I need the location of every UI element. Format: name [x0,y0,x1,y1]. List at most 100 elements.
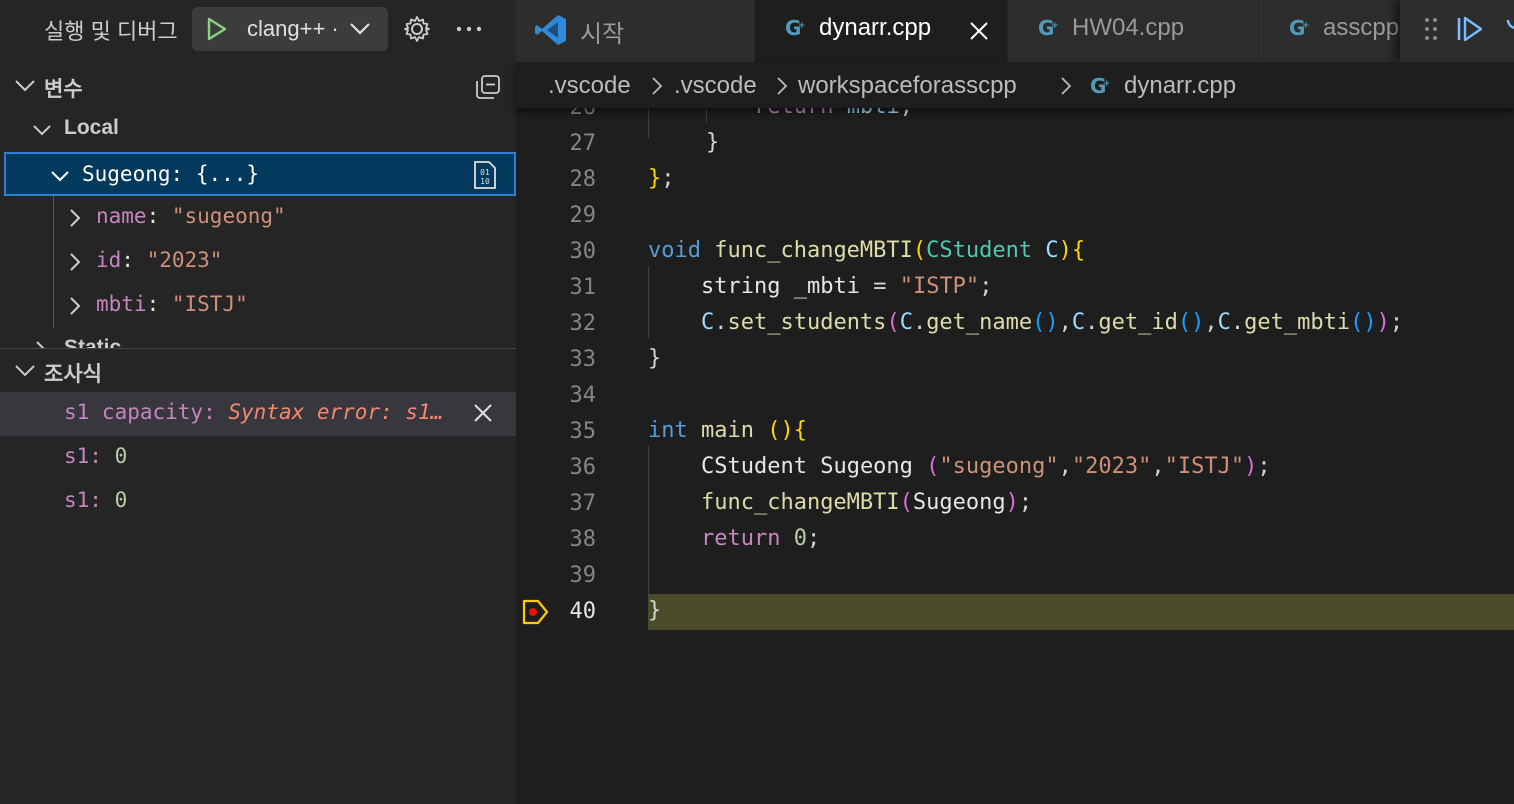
tab-label: asscpp [1323,14,1400,41]
variable-name: Sugeong [82,162,171,186]
code-line: 26 return mbti; [516,108,1514,126]
variable-child[interactable]: name: "sugeong" [0,196,516,240]
collapse-all-icon[interactable] [474,74,502,100]
watch-error-value: Syntax error: s1… [228,400,444,424]
chevron-down-icon[interactable] [50,166,70,186]
watch-value: 0 [114,444,128,468]
more-actions-icon[interactable] [454,14,484,44]
watch-item[interactable]: s1: 0 [0,480,516,524]
gear-icon[interactable] [402,14,432,44]
svg-text:+: + [1051,21,1059,31]
chevron-right-icon[interactable] [66,252,84,272]
code-line: 35 int main (){ [569,418,807,444]
continue-icon[interactable] [1456,16,1484,42]
remove-expression-icon[interactable] [472,402,494,424]
variable-child[interactable]: mbti: "ISTJ" [0,284,516,328]
launch-config-label: clang++ · [247,16,339,41]
variable-child[interactable]: id: "2023" [0,240,516,284]
code-line: 31 string _mbti = "ISTP"; [569,274,993,300]
cpp-file-icon: G + [1038,18,1059,40]
chevron-down-icon[interactable] [14,361,36,381]
watch-section-title: 조사식 [44,363,102,386]
svg-text:+: + [1103,79,1111,89]
tab-hw04[interactable]: G + HW04.cpp [1008,0,1259,62]
child-key: mbti [96,292,147,316]
chevron-right-icon[interactable] [32,340,50,348]
code-line: 28 }; [569,166,675,192]
watch-item[interactable]: s1 capacity: Syntax error: s1… [0,392,516,436]
chevron-down-icon[interactable] [32,120,52,140]
tab-asscpp[interactable]: G + asscpp [1259,0,1420,62]
close-icon[interactable] [969,21,989,41]
child-text: name: "sugeong" [96,204,286,228]
debug-view-title: 실행 및 디버그 [44,19,178,44]
chevron-right-icon [652,77,663,95]
chevron-right-icon [1061,77,1072,95]
variables-section-title: 변수 [44,78,83,101]
variable-sugeong[interactable]: Sugeong: {...} 01 10 [4,152,516,196]
child-value: "sugeong" [171,204,286,228]
code-line: 37 func_changeMBTI(Sugeong); [569,490,1033,516]
editor-area: 시작 G + dynarr.cpp G + HW04.cpp G + asscp… [516,0,1514,804]
watch-expr: s1 [64,444,90,468]
cpp-file-icon: G + [1289,18,1310,40]
chevron-right-icon[interactable] [66,296,84,316]
breadcrumb-item[interactable]: dynarr.cpp [1124,72,1236,100]
code-line: 39 [569,563,597,588]
view-binary-data-icon[interactable]: 01 10 [472,160,498,190]
child-value: "2023" [146,248,223,272]
child-key: name [96,204,147,228]
watch-value: 0 [114,488,128,512]
scope-local[interactable]: Local [0,108,516,152]
debug-sidebar: 실행 및 디버그 clang++ · 변수 Local Sugeong: {..… [0,0,516,804]
svg-text:+: + [798,21,806,31]
breadcrumb-item[interactable]: workspaceforasscpp [798,72,1017,100]
step-over-icon[interactable] [1504,14,1514,42]
launch-config-dropdown[interactable]: clang++ · [192,7,388,51]
code-line: 33 } [569,346,662,372]
code-line: 30 void func_changeMBTI(CStudent C){ [569,238,1086,264]
code-line: 27 } [569,130,720,156]
tab-label: 시작 [580,21,625,48]
child-value: "ISTJ" [171,292,248,316]
watch-item-text: s1: 0 [64,488,128,512]
code-line: 38 return 0; [569,526,821,552]
variable-sugeong-text: Sugeong: {...} [82,162,260,186]
cpp-file-icon: G + [1090,76,1111,98]
chevron-down-icon[interactable] [348,19,372,39]
child-text: mbti: "ISTJ" [96,292,248,316]
variable-value: {...} [195,162,260,186]
tab-label: HW04.cpp [1072,14,1185,41]
tab-welcome[interactable]: 시작 [516,0,755,62]
scope-static[interactable]: Static [0,328,516,348]
tab-dynarr[interactable]: G + dynarr.cpp [755,0,1008,62]
breadcrumb-item[interactable]: .vscode [548,72,631,100]
drag-handle-icon[interactable] [1424,16,1438,42]
current-line-highlight [648,594,1514,630]
variables-section-header[interactable]: 변수 [0,64,516,108]
scope-local-label: Local [64,116,119,139]
scope-static-clip: Static [0,328,516,348]
cpp-file-icon: G + [785,18,806,40]
watch-section-header[interactable]: 조사식 [0,349,516,393]
vscode-logo-icon [535,15,566,45]
breadcrumb-item[interactable]: .vscode [674,72,757,100]
chevron-down-icon[interactable] [14,76,36,96]
code-editor[interactable]: 26 return mbti; 27 } 28 }; 29 30 void fu… [516,108,1514,804]
svg-text:+: + [1302,21,1310,31]
chevron-right-icon[interactable] [66,208,84,228]
watch-item[interactable]: s1: 0 [0,436,516,480]
current-execution-line: 40 } [516,594,1514,630]
debug-toolbar: 실행 및 디버그 clang++ · [0,0,516,62]
chevron-right-icon [777,77,788,95]
watch-item-text: s1 capacity: Syntax error: s1… [64,400,444,424]
child-text: id: "2023" [96,248,223,272]
scope-static-label: Static [64,336,122,348]
watch-item-text: s1: 0 [64,444,128,468]
start-debugging-icon[interactable] [206,17,228,41]
code-line: 32 C.set_students(C.get_name(),C.get_id(… [569,310,1404,336]
code-line: 34 [569,383,597,408]
svg-text:10: 10 [480,177,490,186]
breadcrumb: .vscode .vscode workspaceforasscpp G + d… [516,62,1514,108]
editor-tab-bar: 시작 G + dynarr.cpp G + HW04.cpp G + asscp… [516,0,1514,62]
